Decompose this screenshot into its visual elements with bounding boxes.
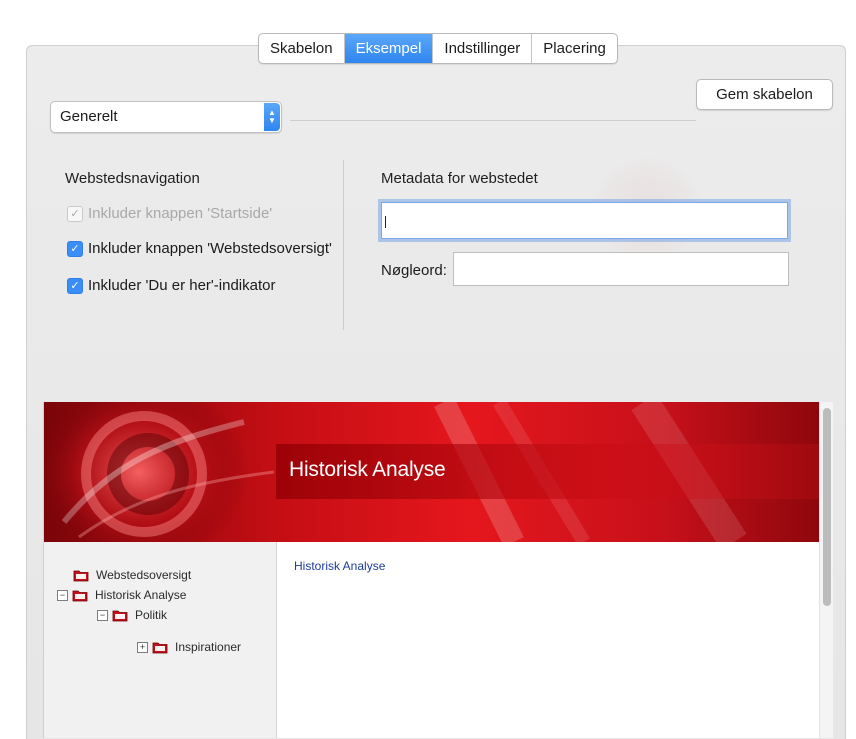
option-webstedsoversigt[interactable]: ✓ Inkluder knappen 'Webstedsoversigt' [67, 240, 332, 257]
expand-icon[interactable]: + [137, 641, 148, 653]
collapse-icon[interactable]: − [57, 589, 68, 601]
checkbox-webstedsoversigt[interactable]: ✓ [67, 240, 83, 257]
tab-eksempel[interactable]: Eksempel [344, 34, 434, 63]
folder-icon [112, 610, 128, 621]
banner-title: Historisk Analyse [289, 458, 446, 481]
keywords-label: Nøgleord: [381, 262, 447, 279]
keywords-field[interactable] [453, 252, 789, 286]
tree-item-label: Politik [135, 608, 168, 622]
tree-item-label: Historisk Analyse [95, 588, 187, 602]
checkbox-startside[interactable]: ✓ [67, 205, 83, 222]
tree-item-label: Webstedsoversigt [96, 568, 192, 582]
save-template-button[interactable]: Gem skabelon [696, 79, 833, 110]
tree-item-historisk-analyse[interactable]: − Historisk Analyse [57, 588, 186, 602]
option-du-er-her-label: Inkluder 'Du er her'-indikator [88, 277, 276, 294]
tab-indstillinger[interactable]: Indstillinger [433, 34, 533, 63]
option-startside[interactable]: ✓ Inkluder knappen 'Startside' [67, 205, 272, 222]
section-select[interactable]: Generelt ▲ ▼ [50, 101, 282, 133]
tree-item-label: Inspirationer [175, 640, 242, 654]
chevron-updown-icon: ▲ ▼ [264, 103, 280, 131]
preview-scrollbar[interactable] [819, 402, 833, 738]
content-link[interactable]: Historisk Analyse [294, 559, 385, 573]
collapse-icon[interactable]: − [97, 609, 108, 621]
description-field[interactable] [381, 202, 788, 239]
text-caret [385, 216, 386, 228]
tab-placering[interactable]: Placering [532, 34, 617, 63]
option-du-er-her[interactable]: ✓ Inkluder 'Du er her'-indikator [67, 277, 275, 294]
preview-banner: Historisk Analyse [44, 402, 819, 542]
tree-item-webstedsoversigt[interactable]: Webstedsoversigt [73, 568, 191, 582]
navigation-title: Webstedsnavigation [65, 170, 200, 187]
tree-item-inspirationer[interactable]: + Inspirationer [137, 640, 241, 654]
checkbox-du-er-her[interactable]: ✓ [67, 277, 83, 294]
template-preview: Historisk Analyse Webstedsoversigt − His… [43, 402, 833, 738]
folder-icon [73, 570, 89, 581]
option-webstedsoversigt-label: Inkluder knappen 'Webstedsoversigt' [88, 240, 332, 257]
divider [290, 120, 696, 121]
metadata-title: Metadata for webstedet [381, 170, 538, 187]
scroll-thumb[interactable] [823, 408, 831, 606]
tree-item-politik[interactable]: − Politik [97, 608, 167, 622]
tab-skabelon[interactable]: Skabelon [259, 34, 345, 63]
section-select-value: Generelt [60, 108, 118, 125]
tab-bar: Skabelon Eksempel Indstillinger Placerin… [258, 33, 618, 64]
option-startside-label: Inkluder knappen 'Startside' [88, 205, 273, 222]
folder-icon [72, 590, 88, 601]
folder-icon [152, 642, 168, 653]
preview-sidebar: Webstedsoversigt − Historisk Analyse − P… [44, 542, 277, 738]
column-divider [343, 160, 344, 330]
